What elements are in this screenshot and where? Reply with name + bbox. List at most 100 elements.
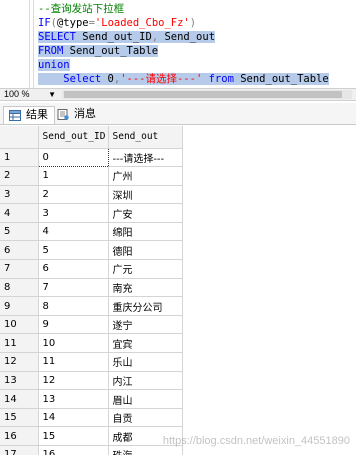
cell-send-out-id[interactable]: 12 [38,371,109,391]
cell-send-out[interactable]: 南充 [108,278,183,298]
results-grid[interactable]: Send_out_ID Send_out 1 0 ---请选择--- 2 1 广州 3 2 深圳… [0,126,356,455]
cell-send-out-id[interactable]: 11 [38,352,109,372]
row-number[interactable]: 2 [0,166,39,186]
table-row[interactable]: 11 10 宜宾 [0,333,356,354]
row-number[interactable]: 13 [0,371,39,391]
table-row[interactable]: 6 5 德阳 [0,240,356,261]
table-row[interactable]: 10 9 遂宁 [0,315,356,335]
row-number-header[interactable] [0,126,39,149]
row-number[interactable]: 11 [0,333,39,354]
code-line[interactable]: FROM Send_out_Table [38,44,159,58]
cell-send-out-id[interactable]: 9 [38,315,109,335]
code-line[interactable]: --查询发站下拉框 [38,2,124,16]
cell-send-out-id[interactable]: 13 [38,389,109,409]
scrollbar-thumb[interactable] [64,91,342,98]
column-header-send-out-id[interactable]: Send_out_ID [38,126,109,149]
column-header-send-out[interactable]: Send_out [108,126,183,149]
selected-code: union [38,59,70,71]
tab-results[interactable]: 结果 [3,106,55,124]
change-tracking-margin [29,0,30,88]
empty-cell [182,167,356,186]
sql-editor[interactable]: --查询发站下拉框 IF(@type='Loaded_Cbo_Fz') SELECT… [0,0,356,88]
cell-send-out-id[interactable]: 14 [38,408,109,428]
code-token: union [38,59,70,71]
empty-cell [182,278,356,297]
chevron-down-icon[interactable]: ▼ [48,89,56,100]
cell-send-out[interactable]: 德阳 [108,240,183,261]
zoom-value: 100 % [4,89,30,99]
row-number[interactable]: 6 [0,240,39,261]
horizontal-scrollbar[interactable] [62,90,352,99]
table-row[interactable]: 4 3 广安 [0,203,356,223]
zoom-dropdown[interactable]: 100 % ▼ [2,89,60,100]
table-row[interactable]: 7 6 广元 [0,259,356,279]
outline-margin [33,0,34,88]
table-row[interactable]: 12 11 乐山 [0,352,356,372]
cell-send-out-id[interactable]: 10 [38,333,109,354]
row-number[interactable]: 14 [0,389,39,409]
table-row[interactable]: 3 2 深圳 [0,185,356,205]
cell-send-out[interactable]: 自贡 [108,408,183,428]
cell-send-out-id[interactable]: 7 [38,278,109,298]
code-token: Select [38,73,102,85]
table-row[interactable]: 1 0 ---请选择--- [0,147,356,168]
row-number[interactable]: 4 [0,203,39,223]
results-tabs: 结果 消息 [0,103,356,125]
cell-send-out[interactable]: 乐山 [108,352,183,372]
row-number[interactable]: 1 [0,148,39,168]
code-line[interactable]: Select 0,'---请选择---' from Send_out_Table [38,72,329,86]
editor-gutter [0,0,28,88]
empty-cell [182,222,356,241]
row-number[interactable]: 9 [0,296,39,316]
row-number[interactable]: 3 [0,185,39,205]
cell-send-out-id[interactable]: 1 [38,166,109,186]
cell-send-out-id[interactable]: 4 [38,222,109,242]
cell-send-out[interactable]: 眉山 [108,389,183,409]
cell-send-out[interactable]: 深圳 [108,185,183,205]
code-line[interactable]: SELECT Send_out_ID, Send_out [38,30,216,44]
cell-send-out[interactable]: 内江 [108,371,183,391]
code-token: ) [189,17,197,29]
empty-cell [182,204,356,223]
row-number[interactable]: 15 [0,408,39,428]
results-table: Send_out_ID Send_out 1 0 ---请选择--- 2 1 广州 3 2 深圳… [0,126,356,455]
code-line[interactable]: IF(@type='Loaded_Cbo_Fz') [38,16,196,30]
cell-send-out-id[interactable]: 16 [38,445,109,455]
grid-icon [9,110,21,121]
cell-send-out[interactable]: 广州 [108,166,183,186]
cell-send-out[interactable]: 绵阳 [108,222,183,242]
cell-send-out-id[interactable]: 0 [37,147,109,168]
row-number[interactable]: 8 [0,278,39,298]
cell-send-out[interactable]: 重庆分公司 [108,296,183,316]
cell-send-out-id[interactable]: 6 [38,259,109,279]
row-number[interactable]: 5 [0,222,39,242]
table-row[interactable]: 9 8 重庆分公司 [0,296,356,316]
code-token: SELECT [38,31,76,43]
table-row[interactable]: 2 1 广州 [0,166,356,186]
cell-send-out-id[interactable]: 5 [38,240,109,261]
row-number[interactable]: 10 [0,315,39,335]
cell-send-out[interactable]: 遂宁 [108,315,183,335]
cell-send-out[interactable]: ---请选择--- [108,148,183,168]
table-row[interactable]: 5 4 绵阳 [0,222,356,242]
cell-send-out[interactable]: 广安 [108,203,183,223]
empty-header [182,126,356,148]
cell-send-out-id[interactable]: 2 [38,185,109,205]
cell-send-out-id[interactable]: 8 [38,296,109,316]
watermark: https://blog.csdn.net/weixin_44551890 [162,435,350,447]
table-row[interactable]: 13 12 内江 [0,371,356,391]
row-number[interactable]: 7 [0,259,39,279]
row-number[interactable]: 17 [0,445,39,455]
empty-cell [182,408,356,427]
table-row[interactable]: 14 13 眉山 [0,389,356,409]
table-row[interactable]: 15 14 自贡 [0,408,356,428]
cell-send-out[interactable]: 宜宾 [108,333,183,354]
cell-send-out[interactable]: 广元 [108,259,183,279]
cell-send-out-id[interactable]: 15 [38,426,109,446]
row-number[interactable]: 16 [0,426,39,446]
code-line[interactable]: union [38,58,70,72]
tab-messages[interactable]: 消息 [52,106,102,124]
cell-send-out-id[interactable]: 3 [38,203,109,223]
row-number[interactable]: 12 [0,352,39,372]
table-row[interactable]: 8 7 南充 [0,278,356,298]
